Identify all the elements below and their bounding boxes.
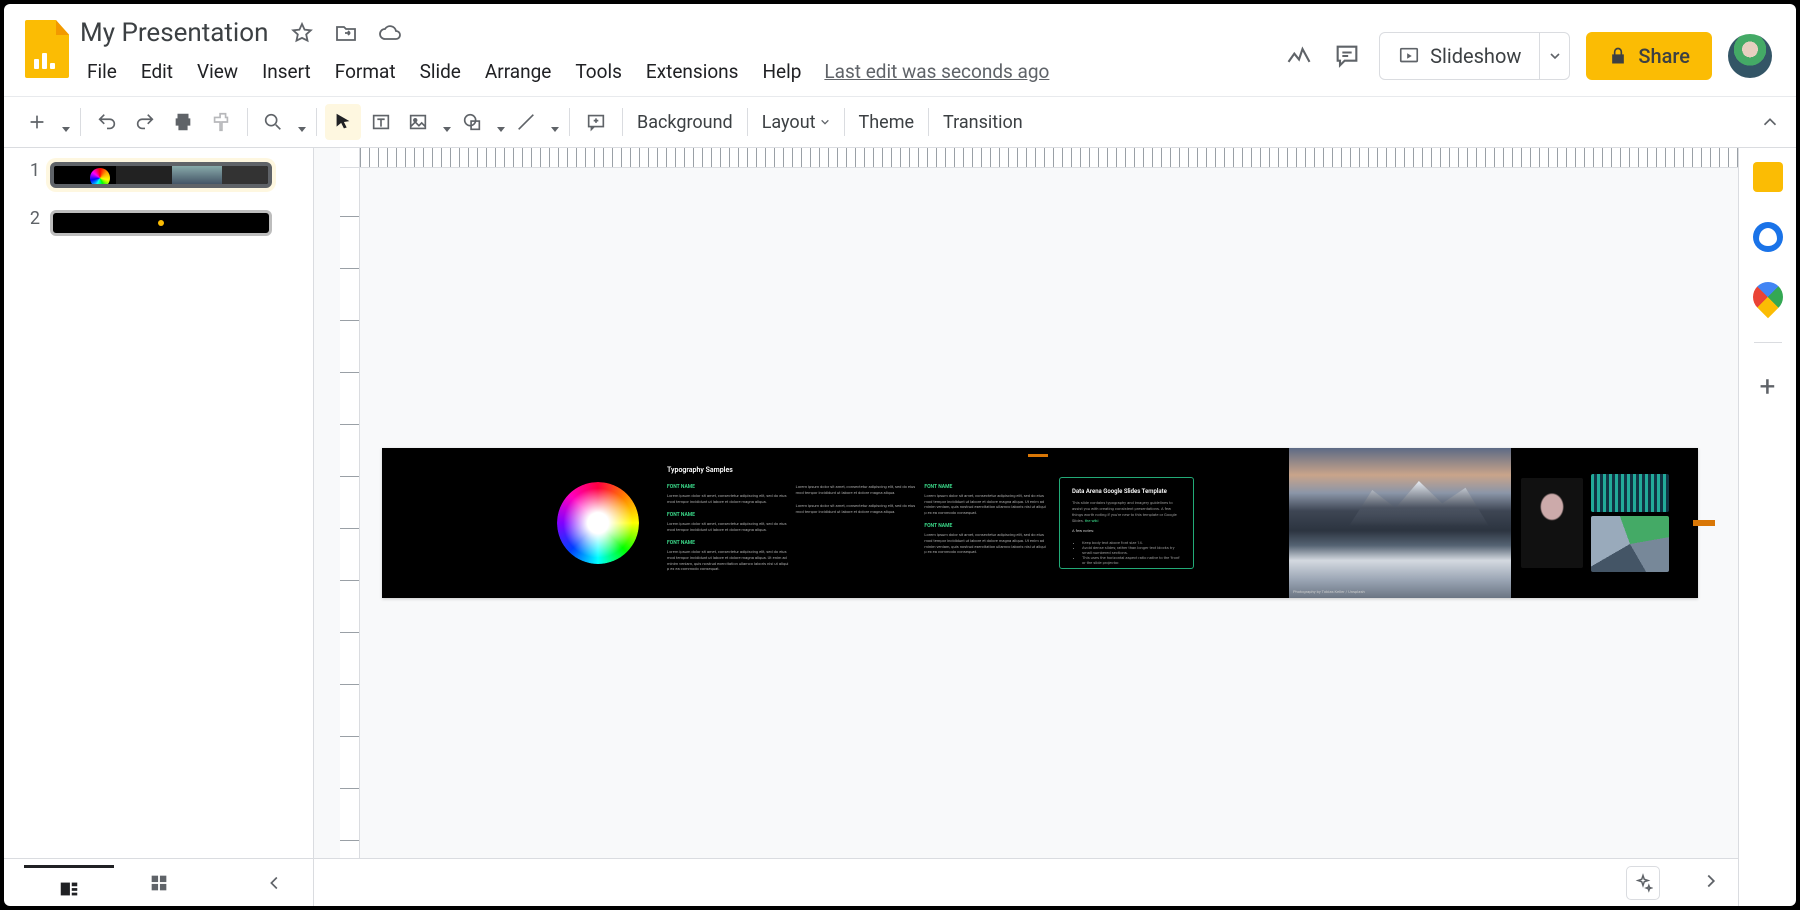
- move-folder-icon[interactable]: [332, 19, 360, 47]
- info-card: Data Arena Google Slides Template This s…: [1059, 477, 1194, 569]
- slides-logo[interactable]: [18, 12, 76, 78]
- slide-thumbnail-2[interactable]: [46, 206, 276, 240]
- line-tool[interactable]: [509, 104, 561, 140]
- image-caption: Photography by Tobias Keller / Unsplash: [1293, 589, 1365, 594]
- sample-text: Lorem ipsum dolor sit amet, consectetur …: [796, 503, 919, 514]
- canvas-stage[interactable]: Typography Samples FONT NAME Lorem ipsum…: [360, 168, 1738, 858]
- card-notes-title: A few notes:: [1072, 528, 1181, 534]
- card-link: the wiki: [1085, 518, 1099, 523]
- slide-filmstrip: 1 2: [4, 148, 314, 906]
- grid-view-tab[interactable]: [114, 872, 204, 894]
- font-label: FONT NAME: [667, 540, 790, 546]
- collapse-filmstrip-button[interactable]: [257, 865, 293, 901]
- sample-text: Lorem ipsum dolor sit amet, consectetur …: [667, 549, 790, 571]
- menu-format[interactable]: Format: [324, 56, 407, 87]
- slideshow-button[interactable]: Slideshow: [1380, 33, 1539, 79]
- canvas[interactable]: Typography Samples FONT NAME Lorem ipsum…: [314, 148, 1738, 906]
- slide[interactable]: Typography Samples FONT NAME Lorem ipsum…: [382, 448, 1698, 598]
- image-tool[interactable]: [401, 104, 453, 140]
- card-bullet: Avoid dense slides; rather than longer t…: [1082, 545, 1181, 555]
- font-label: FONT NAME: [667, 484, 790, 490]
- share-label: Share: [1638, 44, 1690, 68]
- slide-number: 2: [12, 206, 40, 229]
- zoom-button[interactable]: [256, 104, 308, 140]
- menu-insert[interactable]: Insert: [251, 56, 322, 87]
- sample-text: Lorem ipsum dolor sit amet, consectetur …: [667, 521, 790, 532]
- vertical-ruler[interactable]: [340, 168, 360, 858]
- theme-button[interactable]: Theme: [845, 106, 929, 139]
- new-slide-button[interactable]: [20, 104, 72, 140]
- star-icon[interactable]: [288, 19, 316, 47]
- account-avatar[interactable]: [1728, 34, 1772, 78]
- aerial-image: [1591, 516, 1669, 572]
- contacts-app-icon[interactable]: [1753, 222, 1783, 252]
- textbox-tool[interactable]: [363, 104, 399, 140]
- cloud-status-icon[interactable]: [376, 19, 404, 47]
- collapse-toolbar-button[interactable]: [1752, 104, 1788, 140]
- select-tool[interactable]: [325, 104, 361, 140]
- toolbar: Background Layout Theme Transition: [4, 96, 1796, 148]
- document-title[interactable]: My Presentation: [76, 16, 272, 50]
- shape-tool[interactable]: [455, 104, 507, 140]
- activity-icon[interactable]: [1283, 40, 1315, 72]
- last-edit-status[interactable]: Last edit was seconds ago: [824, 60, 1049, 83]
- slideshow-label: Slideshow: [1430, 44, 1521, 68]
- color-wheel-graphic: [557, 482, 639, 564]
- menu-slide[interactable]: Slide: [409, 56, 472, 87]
- typography-heading: Typography Samples: [667, 466, 1047, 474]
- sample-text: Lorem ipsum dolor sit amet, consectetur …: [667, 493, 790, 504]
- menu-arrange[interactable]: Arrange: [474, 56, 562, 87]
- maps-app-icon[interactable]: [1746, 276, 1788, 318]
- mountain-image: Photography by Tobias Keller / Unsplash: [1289, 448, 1511, 598]
- share-button[interactable]: Share: [1586, 32, 1712, 80]
- transition-button[interactable]: Transition: [929, 106, 1037, 139]
- slideshow-options-button[interactable]: [1539, 33, 1569, 79]
- comment-tool[interactable]: [578, 104, 614, 140]
- card-bullet: This uses the horizontal aspect ratio na…: [1082, 555, 1181, 565]
- print-button[interactable]: [165, 104, 201, 140]
- sample-text: Lorem ipsum dolor sit amet, consectetur …: [924, 532, 1047, 554]
- menu-file[interactable]: File: [76, 56, 128, 87]
- keep-app-icon[interactable]: [1753, 162, 1783, 192]
- menu-view[interactable]: View: [186, 56, 249, 87]
- add-addon-button[interactable]: +: [1760, 373, 1776, 401]
- menu-help[interactable]: Help: [751, 56, 812, 87]
- comments-icon[interactable]: [1331, 40, 1363, 72]
- portrait-image: [1521, 478, 1583, 568]
- side-panel-toggle[interactable]: [1700, 870, 1722, 896]
- sample-text: Lorem ipsum dolor sit amet, consectetur …: [796, 484, 919, 495]
- menu-edit[interactable]: Edit: [130, 56, 184, 87]
- slide-thumbnail-1[interactable]: [46, 158, 276, 192]
- sample-text: Lorem ipsum dolor sit amet, consectetur …: [924, 493, 1047, 515]
- texture-image: [1591, 474, 1669, 512]
- font-label: FONT NAME: [924, 523, 1047, 529]
- font-label: FONT NAME: [667, 512, 790, 518]
- paint-format-button[interactable]: [203, 104, 239, 140]
- redo-button[interactable]: [127, 104, 163, 140]
- filmstrip-view-tab[interactable]: [24, 865, 114, 900]
- divider: [1754, 342, 1782, 343]
- app-sidebar: +: [1738, 148, 1796, 906]
- explore-button[interactable]: [1626, 866, 1660, 900]
- horizontal-ruler[interactable]: [360, 148, 1738, 168]
- card-title: Data Arena Google Slides Template: [1072, 488, 1181, 495]
- slide-number: 1: [12, 158, 40, 181]
- ruler-corner: [340, 148, 360, 168]
- background-button[interactable]: Background: [623, 106, 747, 139]
- font-label: FONT NAME: [924, 484, 1047, 490]
- accent-mark: [1028, 454, 1048, 457]
- layout-button[interactable]: Layout: [748, 106, 844, 139]
- accent-mark: [1693, 520, 1715, 526]
- undo-button[interactable]: [89, 104, 125, 140]
- layout-label: Layout: [762, 112, 816, 133]
- menu-tools[interactable]: Tools: [564, 56, 633, 87]
- menu-extensions[interactable]: Extensions: [635, 56, 750, 87]
